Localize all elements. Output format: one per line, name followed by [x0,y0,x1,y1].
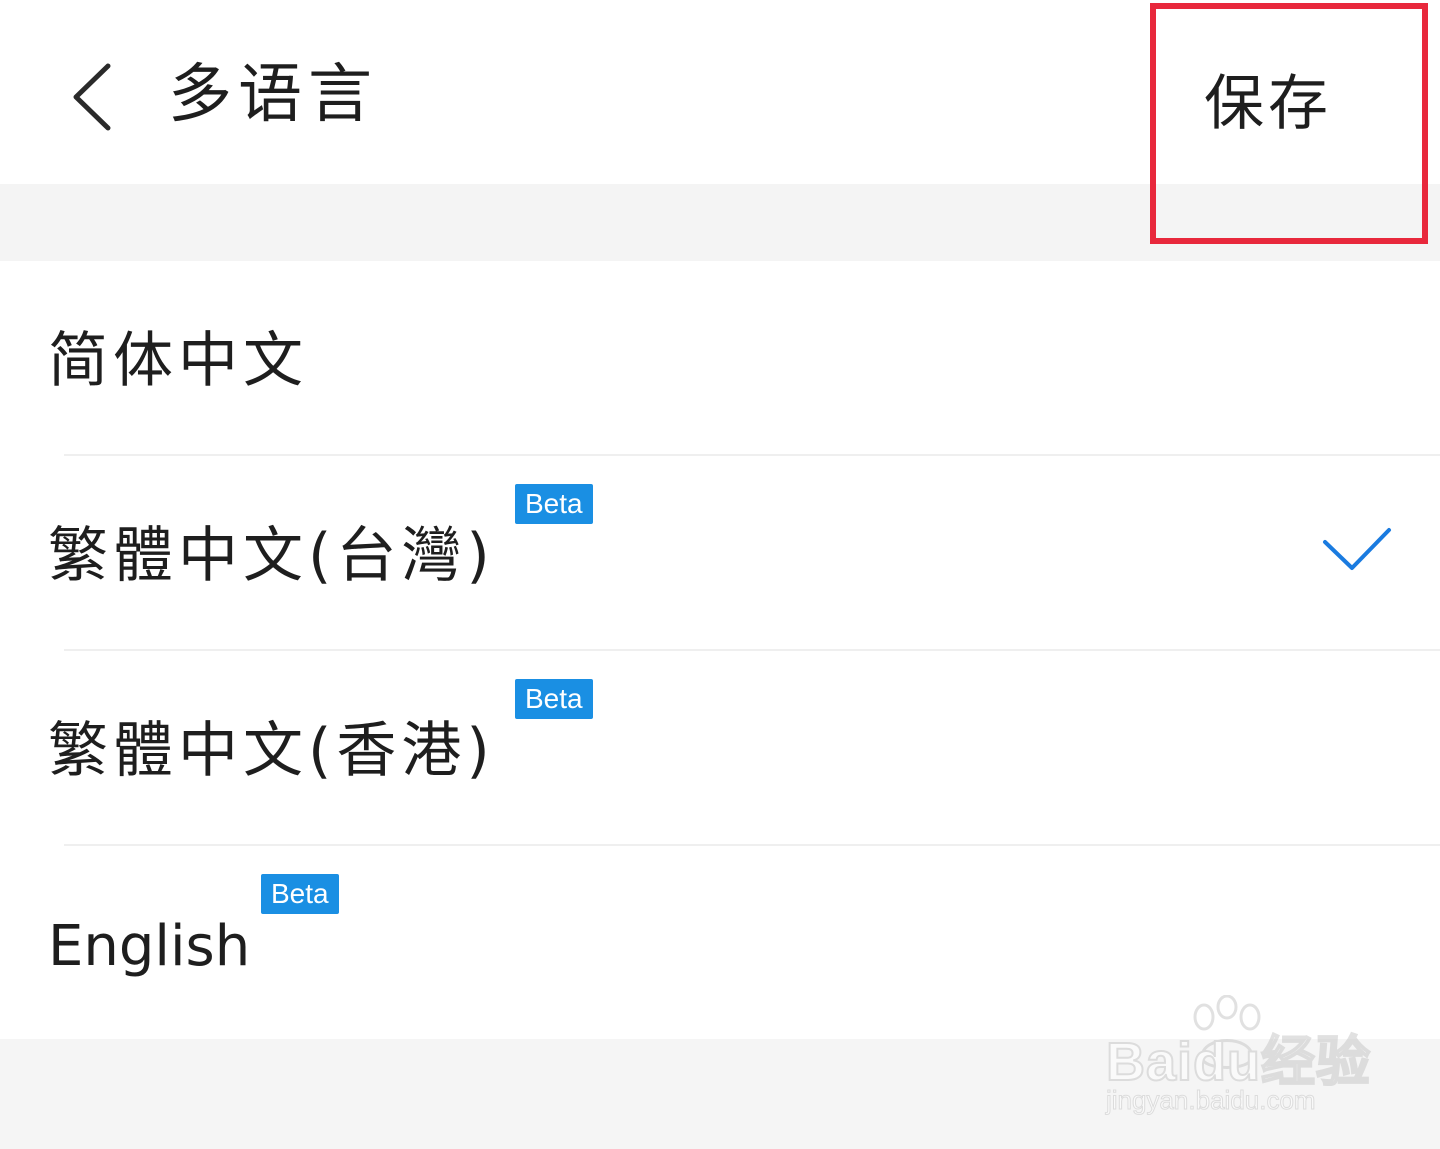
language-option-traditional-chinese-hongkong[interactable]: 繁體中文(香港) Beta [0,651,1440,846]
language-option-english[interactable]: English Beta [0,846,1440,1039]
language-label: 繁體中文(香港) [48,716,495,786]
watermark-url: jingyan.baidu.com [1106,1085,1317,1116]
checkmark-icon [1323,528,1391,570]
language-option-simplified-chinese[interactable]: 简体中文 [0,261,1440,456]
beta-badge: Beta [515,679,593,719]
language-label: English [48,914,251,979]
language-option-traditional-chinese-taiwan[interactable]: 繁體中文(台灣) Beta [0,456,1440,651]
beta-badge: Beta [515,484,593,524]
beta-badge: Beta [261,874,339,914]
language-label: 简体中文 [48,326,308,396]
save-button-label: 保存 [1204,69,1332,139]
page-title: 多语言 [168,58,378,132]
back-button[interactable] [52,52,132,142]
chevron-left-icon [73,63,111,131]
language-settings-screen: 多语言 简体中文 繁體中文(台灣) Beta 繁體中文(香港) Beta Eng… [0,0,1440,1149]
save-button[interactable]: 保存 [1150,3,1428,244]
language-list: 简体中文 繁體中文(台灣) Beta 繁體中文(香港) Beta English… [0,261,1440,1039]
language-label: 繁體中文(台灣) [48,521,495,591]
